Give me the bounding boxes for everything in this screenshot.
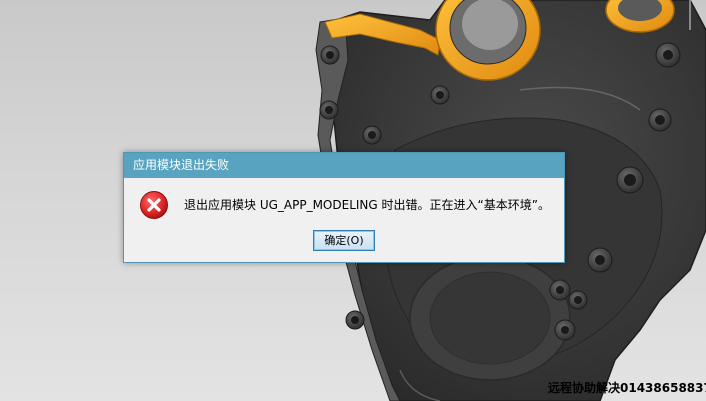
- graphics-viewport[interactable]: 应用模块退出失败 退出应用模块 UG_APP_MODELING 时出错。正在进入…: [0, 0, 706, 401]
- ok-button[interactable]: 确定(O): [313, 230, 375, 251]
- dialog-body: 退出应用模块 UG_APP_MODELING 时出错。正在进入“基本环境”。 确…: [124, 178, 564, 262]
- error-dialog: 应用模块退出失败 退出应用模块 UG_APP_MODELING 时出错。正在进入…: [123, 152, 565, 263]
- error-message: 退出应用模块 UG_APP_MODELING 时出错。正在进入“基本环境”。: [184, 198, 550, 212]
- dialog-titlebar[interactable]: 应用模块退出失败: [124, 153, 564, 178]
- error-x-icon: [140, 191, 168, 219]
- watermark-text: 远程协助解决01438658837: [548, 381, 706, 395]
- dialog-title: 应用模块退出失败: [133, 158, 230, 172]
